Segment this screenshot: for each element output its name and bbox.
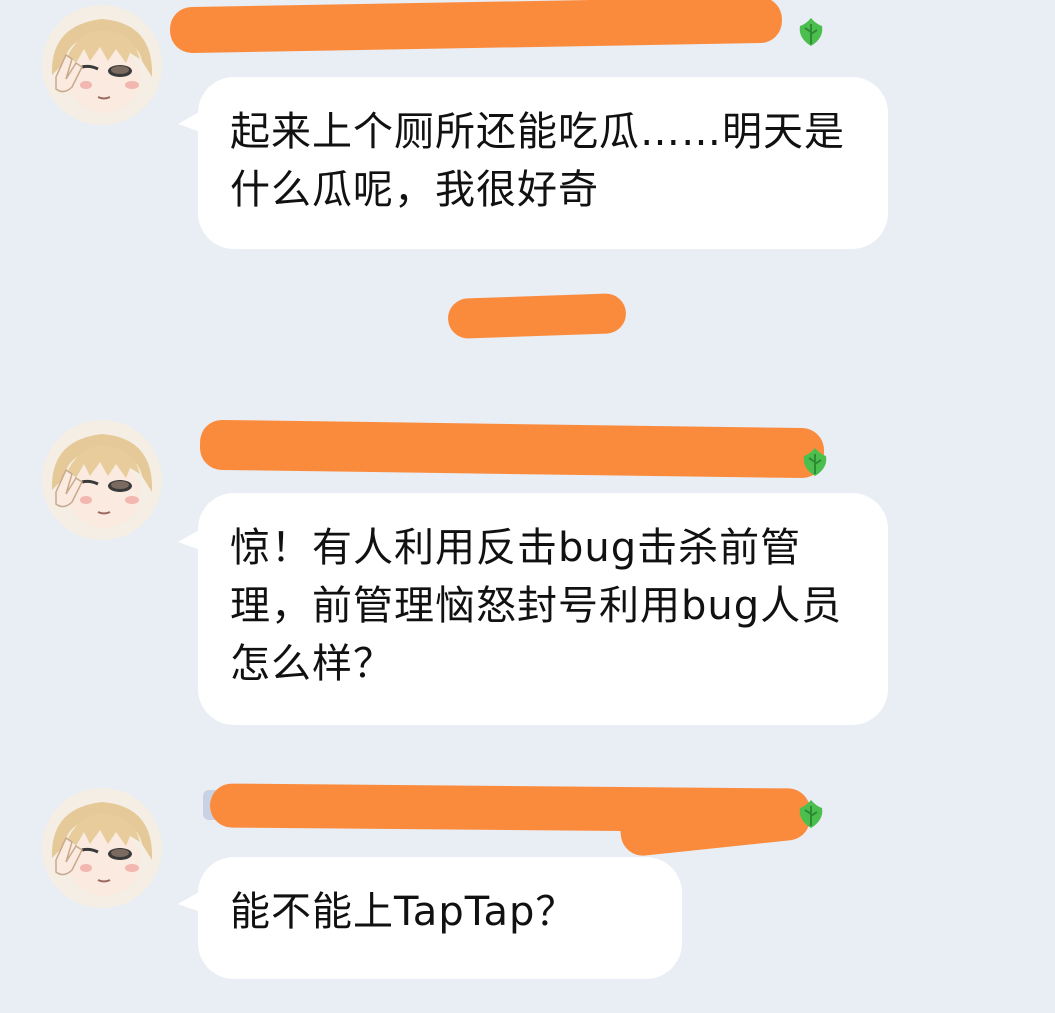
anime-avatar-icon [42,5,162,125]
redaction-mark [169,0,783,54]
avatar[interactable] [42,5,162,125]
message-item: 能不能上TapTap？ [0,783,1055,994]
green-leaf-icon [796,14,826,48]
message-text: 起来上个厕所还能吃瓜……明天是什么瓜呢，我很好奇 [230,109,845,213]
avatar[interactable] [42,420,162,540]
message-text: 能不能上TapTap？ [230,889,577,935]
timestamp-redaction-mark [447,292,627,340]
anime-avatar-icon [42,420,162,540]
message-item: 惊！有人利用反击bug击杀前管理，前管理恼怒封号利用bug人员怎么样？ [0,418,1055,728]
green-leaf-icon [796,796,826,830]
message-bubble[interactable]: 惊！有人利用反击bug击杀前管理，前管理恼怒封号利用bug人员怎么样？ [198,493,888,725]
green-leaf-icon [800,444,830,478]
message-bubble[interactable]: 起来上个厕所还能吃瓜……明天是什么瓜呢，我很好奇 [198,77,888,249]
chat-view: 起来上个厕所还能吃瓜……明天是什么瓜呢，我很好奇 惊！有人利用反击bug击杀前管… [0,0,1055,1013]
message-bubble[interactable]: 能不能上TapTap？ [198,857,682,979]
message-item: 起来上个厕所还能吃瓜……明天是什么瓜呢，我很好奇 [0,0,1055,260]
avatar[interactable] [42,788,162,908]
message-text: 惊！有人利用反击bug击杀前管理，前管理恼怒封号利用bug人员怎么样？ [230,525,843,687]
redaction-mark [199,419,825,479]
anime-avatar-icon [42,788,162,908]
